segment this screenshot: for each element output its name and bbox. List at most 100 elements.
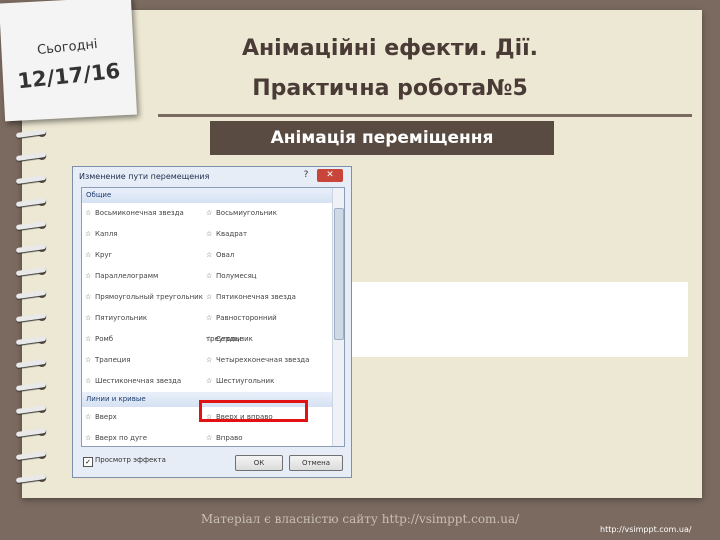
binding-ring (14, 378, 52, 394)
path-option[interactable]: ☆ Овал (206, 245, 324, 266)
path-shape-icon: ☆ (206, 314, 213, 322)
path-option-label: Пятиконечная звезда (216, 293, 296, 301)
path-option-label: Полумесяц (216, 272, 257, 280)
binding-ring (14, 263, 52, 279)
note-date: 12/17/16 (16, 58, 122, 94)
list-row: ☆ Капля ☆ Квадрат (82, 224, 344, 245)
scrollbar-thumb[interactable] (334, 208, 344, 340)
list-row: ☆ Прямоугольный треугольник ☆ Пятиконечная … (82, 287, 344, 308)
path-option[interactable]: ☆ Сердце (206, 329, 324, 350)
path-shape-icon: ☆ (206, 335, 213, 343)
binding-ring (14, 194, 52, 210)
path-shape-icon: ☆ (85, 251, 92, 259)
path-option[interactable]: ☆ Прямоугольный треугольник (85, 287, 203, 308)
path-shape-icon: ☆ (206, 434, 213, 442)
binding-ring (14, 171, 52, 187)
spiral-binding (14, 125, 54, 495)
preview-checkbox[interactable]: ✓ (83, 457, 93, 467)
binding-ring (14, 424, 52, 440)
highlight-frame (199, 400, 308, 422)
path-option[interactable]: ☆ Четырехконечная звезда (206, 350, 324, 371)
path-shape-icon: ☆ (206, 209, 213, 217)
subtitle-bar: Анімація переміщення (210, 121, 554, 155)
list-row: ☆ Вверх по дуге ☆ Вправо (82, 428, 344, 446)
path-option[interactable]: ☆ Шестиконечная звезда (85, 371, 203, 392)
list-row: ☆ Параллелограмм ☆ Полумесяц (82, 266, 344, 287)
path-option[interactable]: ☆ Параллелограмм (85, 266, 203, 287)
path-shape-icon: ☆ (85, 434, 92, 442)
note-day: Сьогодні (36, 36, 99, 59)
path-option-label: Параллелограмм (95, 272, 159, 280)
list-row: ☆ Шестиконечная звезда ☆ Шестиугольник (82, 371, 344, 392)
path-option-label: Прямоугольный треугольник (95, 293, 203, 301)
path-option-label: Вправо (216, 434, 243, 442)
path-option-label: Овал (216, 251, 235, 259)
path-shape-icon: ☆ (206, 272, 213, 280)
path-option[interactable]: ☆ Капля (85, 224, 203, 245)
path-shape-icon: ☆ (85, 272, 92, 280)
path-shape-icon: ☆ (206, 377, 213, 385)
scrollbar[interactable] (332, 188, 344, 446)
path-shape-icon: ☆ (85, 377, 92, 385)
footer-url[interactable]: http://vsimppt.com.ua/ (600, 525, 692, 534)
path-option-label: Вверх (95, 413, 117, 421)
path-option[interactable]: ☆ Шестиугольник (206, 371, 324, 392)
path-option[interactable]: ☆ Восьмиугольник (206, 203, 324, 224)
list-row: ☆ Пятиугольник ☆ Равносторонний треугольник (82, 308, 344, 343)
path-option-label: Восьмиугольник (216, 209, 277, 217)
path-shape-icon: ☆ (85, 356, 92, 364)
slide-title-line2: Практична робота№5 (252, 76, 528, 101)
path-option-label: Капля (95, 230, 118, 238)
dialog-title: Изменение пути перемещения (79, 172, 210, 181)
path-option-label: Шестиугольник (216, 377, 275, 385)
title-divider (158, 114, 692, 117)
path-option-label: Квадрат (216, 230, 248, 238)
binding-ring (14, 332, 52, 348)
path-option[interactable]: ☆ Круг (85, 245, 203, 266)
path-shape-icon: ☆ (206, 251, 213, 259)
path-option[interactable]: ☆ Трапеция (85, 350, 203, 371)
preview-label: Просмотр эффекта (95, 456, 166, 464)
binding-ring (14, 125, 52, 141)
path-option-label: Четырехконечная звезда (216, 356, 310, 364)
path-shape-icon: ☆ (206, 356, 213, 364)
binding-ring (14, 148, 52, 164)
help-icon[interactable]: ? (299, 170, 313, 182)
list-row: ☆ Круг ☆ Овал (82, 245, 344, 266)
path-option[interactable]: ☆ Вверх (85, 407, 203, 428)
list-row: ☆ Ромб ☆ Сердце (82, 329, 344, 350)
binding-ring (14, 217, 52, 233)
path-shape-icon: ☆ (85, 335, 92, 343)
binding-ring (14, 447, 52, 463)
path-option[interactable]: ☆ Вправо (206, 428, 324, 446)
path-shape-icon: ☆ (85, 209, 92, 217)
binding-ring (14, 309, 52, 325)
cancel-button[interactable]: Отмена (289, 455, 343, 471)
path-option[interactable]: ☆ Квадрат (206, 224, 324, 245)
path-option[interactable]: ☆ Восьмиконечная звезда (85, 203, 203, 224)
path-shape-icon: ☆ (85, 413, 92, 421)
binding-ring (14, 286, 52, 302)
path-option[interactable]: ☆ Полумесяц (206, 266, 324, 287)
path-option[interactable]: ☆ Пятиугольник (85, 308, 203, 329)
path-shape-icon: ☆ (85, 230, 92, 238)
subtitle-text: Анімація переміщення (270, 128, 494, 148)
path-option[interactable]: ☆ Пятиконечная звезда (206, 287, 324, 308)
list-row: ☆ Восьмиконечная звезда ☆ Восьмиугольник (82, 203, 344, 224)
path-option[interactable]: ☆ Вверх по дуге (85, 428, 203, 446)
path-option-label: Восьмиконечная звезда (95, 209, 184, 217)
list-row: ☆ Трапеция ☆ Четырехконечная звезда (82, 350, 344, 371)
path-option[interactable]: ☆ Ромб (85, 329, 203, 350)
motion-path-dialog: Изменение пути перемещения ? ✕ Общие ☆ Во… (72, 166, 352, 478)
binding-ring (14, 240, 52, 256)
path-shape-icon: ☆ (85, 314, 92, 322)
path-rows-general: ☆ Восьмиконечная звезда ☆ Восьмиугольник ☆ Ка… (82, 203, 344, 392)
path-option[interactable]: ☆ Равносторонний треугольник (206, 308, 324, 343)
white-band (345, 282, 688, 357)
ok-button[interactable]: ОК (235, 455, 283, 471)
close-icon[interactable]: ✕ (317, 169, 343, 182)
footer-material: Матеріал є власністю сайту http://vsimpp… (200, 512, 520, 526)
binding-ring (14, 355, 52, 371)
path-shape-icon: ☆ (85, 293, 92, 301)
path-shape-icon: ☆ (206, 230, 213, 238)
